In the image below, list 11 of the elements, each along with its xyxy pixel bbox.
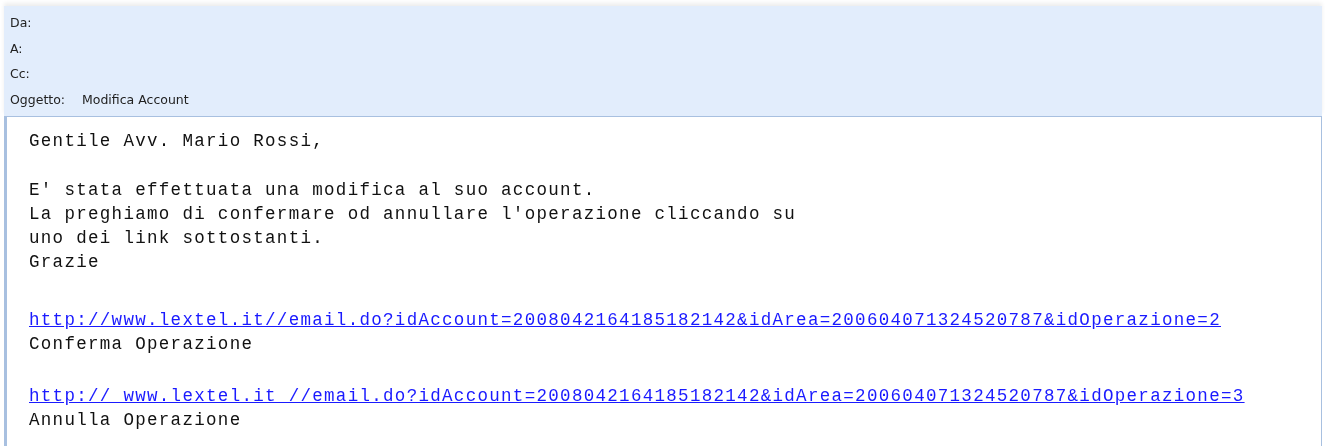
action-link[interactable]: http:// www.lextel.it //email.do?idAccount=2008042164185182142&idArea=200604071324520787&idOperazione=3 [29,384,1245,408]
field-label: Cc: [10,65,31,83]
message-text: E' stata effettuata una modifica al suo account. La preghiamo di confermare od annullare l'operazione cliccando su uno dei link sottostanti. Grazie [29,179,798,274]
link-caption: Conferma Operazione [29,333,255,356]
field-label: Da: [10,14,33,32]
field-label: Oggetto: [10,90,67,109]
greeting-text: Gentile Avv. Mario Rossi, [29,130,326,153]
link-caption: Annulla Operazione [29,409,243,432]
action-link[interactable]: http://www.lextel.it//email.do?idAccount=2008042164185182142&idArea=200604071324520787&idOperazione=2 [29,308,1221,332]
field-value: Modifica Account [82,90,189,109]
field-label: A: [10,39,24,58]
